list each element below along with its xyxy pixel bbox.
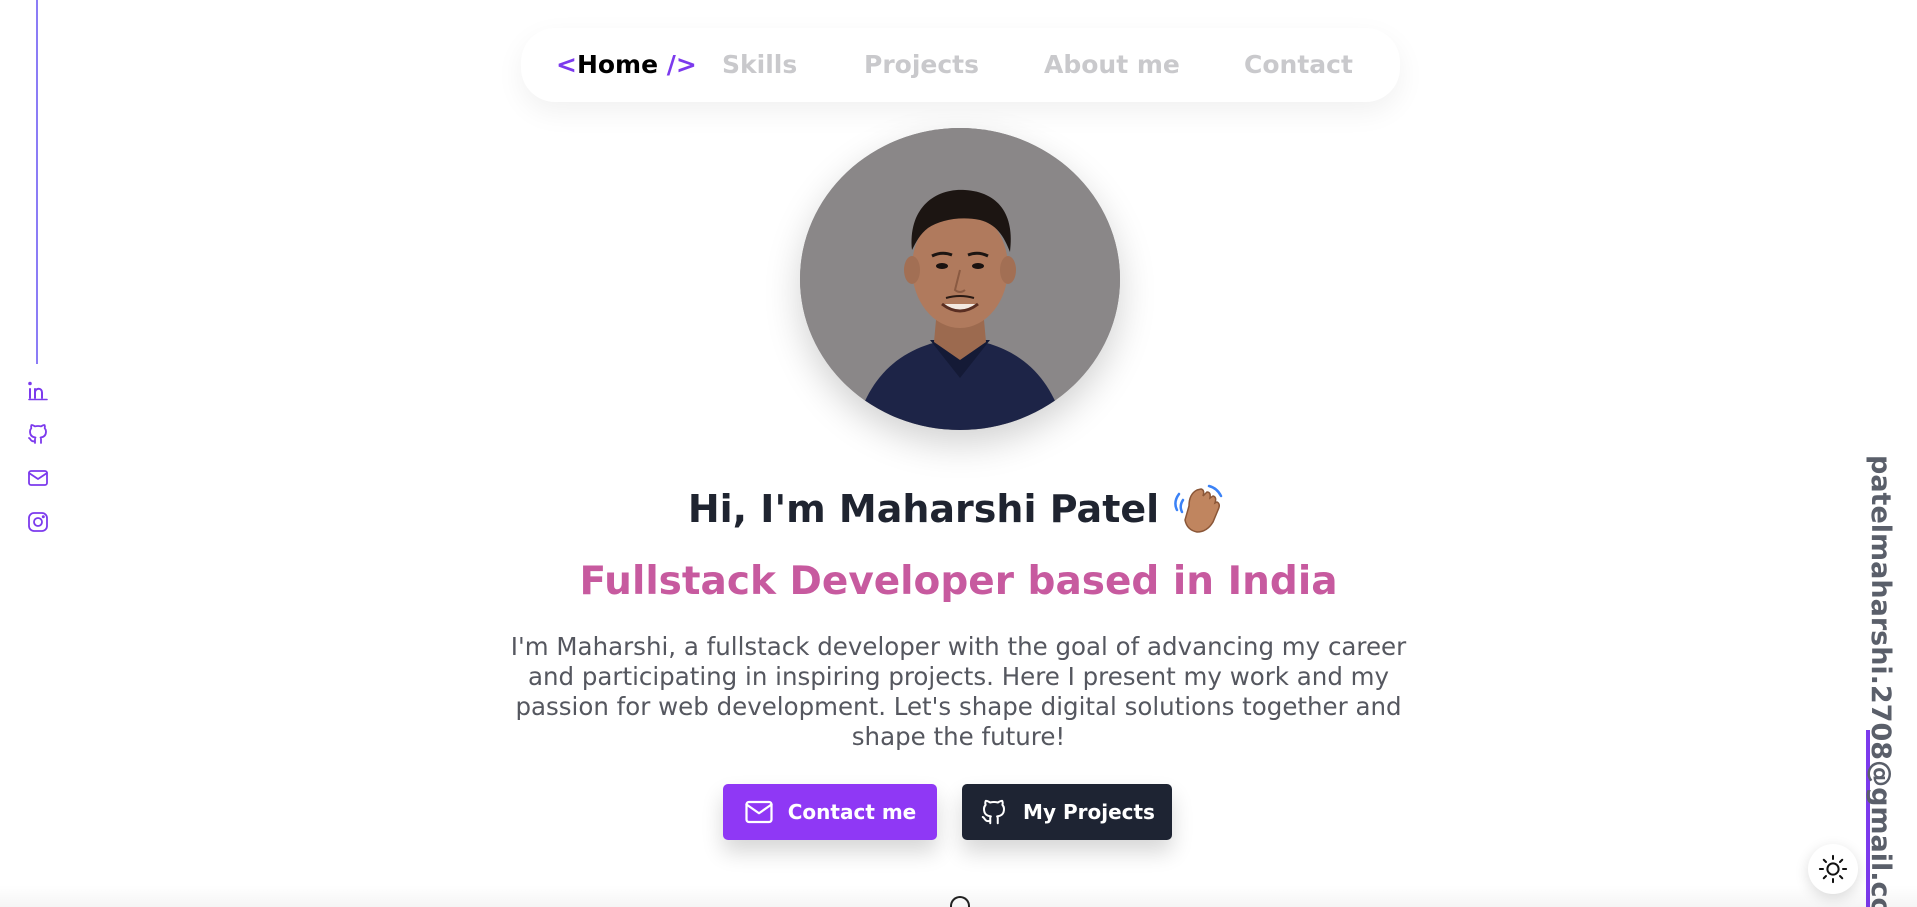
nav-projects[interactable]: Projects — [864, 48, 979, 82]
my-projects-label: My Projects — [1023, 800, 1155, 824]
nav-home-open-bracket: < — [556, 50, 577, 79]
profile-avatar — [800, 128, 1120, 430]
linkedin-link[interactable] — [24, 376, 52, 404]
github-icon — [981, 799, 1006, 825]
contact-me-label: Contact me — [787, 800, 917, 824]
nav-home-label: Home — [576, 50, 659, 79]
hero-subtitle: Fullstack Developer based in India — [579, 559, 1338, 604]
github-link[interactable] — [24, 420, 52, 448]
vertical-email-link[interactable]: patelmaharshi.2708@gmail.com — [1860, 455, 1900, 907]
hero-description: I'm Maharshi, a fullstack developer with… — [510, 632, 1407, 751]
left-divider-line — [36, 0, 38, 364]
github-icon — [28, 424, 47, 444]
theme-toggle-button[interactable] — [1808, 844, 1858, 894]
profile-photo — [800, 128, 1120, 430]
nav-about[interactable]: About me — [1044, 48, 1180, 82]
hero-title: Hi, I'm Maharshi Patel — [0, 480, 1917, 538]
linkedin-icon — [28, 381, 48, 401]
hero-title-text: Hi, I'm Maharshi Patel — [687, 487, 1160, 531]
nav-skills[interactable]: Skills — [722, 48, 797, 82]
sun-icon — [1818, 854, 1848, 884]
nav-contact[interactable]: Contact — [1244, 48, 1353, 82]
nav-home[interactable]: <Home /> — [556, 48, 697, 82]
scroll-down-icon[interactable] — [950, 896, 970, 907]
waving-hand-icon — [1169, 480, 1229, 538]
mail-icon — [745, 800, 773, 824]
nav-home-close-bracket: /> — [666, 50, 697, 79]
portfolio-page: <Home /> Skills Projects About me Contac… — [0, 0, 1917, 907]
my-projects-button[interactable]: My Projects — [962, 784, 1172, 840]
contact-me-button[interactable]: Contact me — [723, 784, 937, 840]
top-navbar: <Home /> Skills Projects About me Contac… — [521, 28, 1400, 102]
